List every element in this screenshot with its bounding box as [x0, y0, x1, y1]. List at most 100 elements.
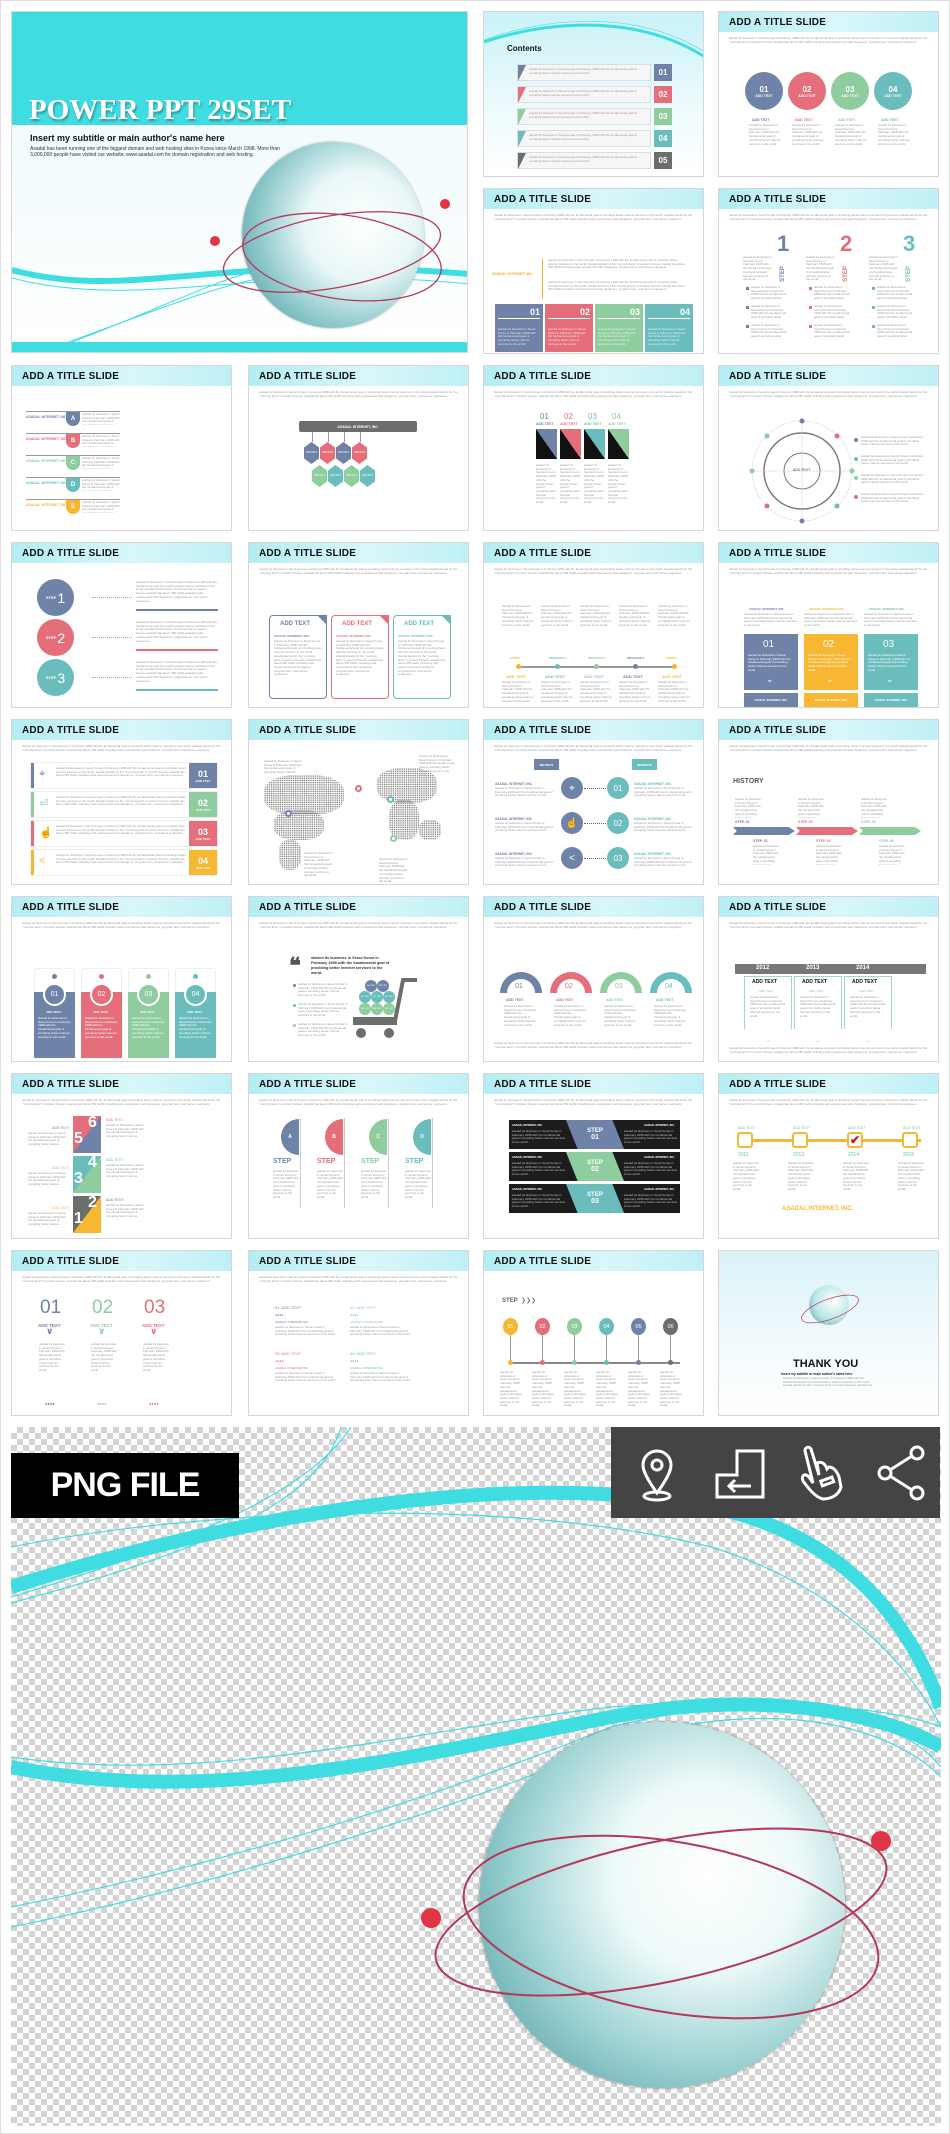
body-text: started its business in Seoul Korea in F…: [624, 1130, 678, 1144]
slide-thumbnail-columns3[interactable]: ADD A TITLE SLIDE started its business in…: [718, 542, 939, 708]
number-text: 03: [658, 112, 668, 121]
box-number: 02: [579, 307, 590, 317]
tab-label: ADD TEXT: [195, 778, 211, 783]
box-number: 03: [629, 307, 640, 317]
contents-row[interactable]: started its business in Seoul Korea in F…: [517, 108, 651, 125]
card-company: ASADAL INTERNET, INC.: [274, 634, 310, 638]
step-circle[interactable]: 01: [503, 1318, 518, 1335]
map-pin-icon: ⌖: [39, 768, 46, 780]
timeline-line: [741, 1139, 921, 1142]
slide-thumbnail-list2x2[interactable]: ADD A TITLE SLIDE started its business in…: [248, 1250, 469, 1416]
slide-title: ADD A TITLE SLIDE: [259, 1256, 357, 1267]
card-corner: [317, 615, 327, 625]
body-text: started its business in Seoul Korea in F…: [604, 1005, 637, 1027]
body-text: started its business in Seoul Korea in F…: [751, 324, 787, 339]
big-number: 03: [144, 1297, 166, 1318]
slide-thumbnail-hex[interactable]: ADD A TITLE SLIDE started its business in…: [248, 365, 469, 531]
quote-text: started its business in Seoul Korea in F…: [311, 956, 390, 975]
slide-thumbnail-diag6[interactable]: ADD A TITLE SLIDE started its business in…: [11, 1073, 232, 1239]
contents-row[interactable]: started its business in Seoul Korea in F…: [517, 86, 651, 103]
slide-thumbnail-blackstep[interactable]: ADD A TITLE SLIDE started its business in…: [483, 1073, 704, 1239]
stage-label: PROCESS.3: [627, 656, 645, 660]
slide-title: ADD A TITLE SLIDE: [494, 725, 592, 736]
slide-thumbnail-pillars4[interactable]: ADD A TITLE SLIDE started its business in…: [11, 896, 232, 1062]
item-number: 01: [540, 412, 549, 421]
slide-thumbnail-map[interactable]: ADD A TITLE SLIDE started its business in…: [248, 719, 469, 885]
timeline-checkbox[interactable]: ✔: [847, 1132, 863, 1148]
slide-thumbnail-orbit[interactable]: ADD A TITLE SLIDE started its business in…: [718, 365, 939, 531]
step-circle[interactable]: 06: [663, 1318, 678, 1335]
step-circle[interactable]: 03: [567, 1318, 582, 1335]
block-number: 6: [88, 1114, 97, 1131]
step-circle[interactable]: 02: [535, 1318, 550, 1335]
item-label: ADD TEXT: [795, 118, 813, 122]
chevron-down-icon: ⌄: [886, 674, 894, 684]
step-number: 04: [603, 1323, 610, 1330]
bullet-dot: [293, 1024, 296, 1027]
slide-thumbnail-stepcircles[interactable]: ADD A TITLE SLIDE STEP 1 started its busine…: [11, 542, 232, 708]
map-pin-icon: [387, 796, 394, 803]
header-wave: [484, 12, 703, 72]
contents-row[interactable]: started its business in Seoul Korea in F…: [517, 64, 651, 81]
contents-row[interactable]: started its business in Seoul Korea in F…: [517, 152, 651, 169]
body-text: started its business in Seoul Korea in F…: [751, 286, 787, 301]
company-bar: ASADAL INTERNET, INC.: [299, 421, 417, 432]
slide-thumbnail-cards3[interactable]: ADD A TITLE SLIDE started its business in…: [248, 542, 469, 708]
slide-title: ADD A TITLE SLIDE: [494, 548, 592, 559]
body-text: started its business in Seoul Korea in F…: [136, 621, 217, 643]
big-number: 01: [40, 1297, 62, 1318]
body-text: started its business in Seoul Korea in F…: [729, 391, 928, 398]
connector-line: [344, 432, 345, 442]
diagonal-square: [584, 429, 605, 459]
body-text: started its business in Seoul Korea in F…: [541, 681, 573, 703]
step-label: ADD TEXT: [545, 674, 565, 679]
slide-thumbnail-boxes4[interactable]: ADD A TITLE SLIDE started its business in…: [483, 188, 704, 354]
number-text: 02: [658, 90, 668, 99]
contents-row[interactable]: started its business in Seoul Korea in F…: [517, 130, 651, 147]
timeline-checkbox[interactable]: [737, 1132, 753, 1148]
divider: [542, 259, 543, 299]
slide-thumbnail-process[interactable]: ADD A TITLE SLIDE started its business in…: [483, 542, 704, 708]
slide-thumbnail-metrics[interactable]: ADD A TITLE SLIDE started its business in…: [483, 719, 704, 885]
card-sub: ADD TEXT: [809, 989, 824, 993]
slide-thumbnail-quote[interactable]: ADD A TITLE SLIDE started its business in…: [248, 896, 469, 1062]
pillar-dot: [99, 974, 104, 979]
step-number: 03: [571, 1323, 578, 1330]
slide-thumbnail-arcs4[interactable]: ADD A TITLE SLIDE started its business in…: [483, 896, 704, 1062]
slide-thumbnail-timeline[interactable]: ADD A TITLE SLIDE started its business in…: [718, 1073, 939, 1239]
number-circle: 01 ADD TEXT: [745, 72, 783, 110]
body-text: started its business in Seoul Korea in F…: [379, 858, 408, 882]
slide-thumbnail-squares4[interactable]: ADD A TITLE SLIDE started its business in…: [483, 365, 704, 531]
body-text: started its business in Seoul Korea in F…: [898, 1162, 924, 1191]
slide-thumbnail-circles4[interactable]: ADD A TITLE SLIDE started its business in…: [718, 11, 939, 177]
slide-thumbnail-step6[interactable]: ADD A TITLE SLIDE STEP ❯❯❯ 01 started its bu…: [483, 1250, 704, 1416]
slide-thumbnail-years3[interactable]: ADD A TITLE SLIDE started its business in…: [718, 896, 939, 1062]
step-number: 01: [507, 1323, 514, 1330]
slide-thumbnail-list4[interactable]: ADD A TITLE SLIDE started its business in…: [11, 719, 232, 885]
company-label: ASADAL INTERNET, INC.: [634, 782, 672, 786]
thank-you-subtitle: Insert my subtitle or main author's name…: [781, 1372, 853, 1376]
step-label: STEP. 02: [753, 839, 768, 843]
connector-line: [328, 432, 329, 442]
tab-number: 03: [197, 826, 208, 837]
slide-thumbnail-thankyou[interactable]: THANK YOU Insert my subtitle or main auth…: [718, 1250, 939, 1416]
body-text: started its business in Seoul Korea in F…: [82, 435, 120, 447]
number-circle: 01: [43, 983, 66, 1006]
step-circle[interactable]: 04: [599, 1318, 614, 1335]
timeline-dot: [672, 664, 677, 669]
slide-thumbnail-nums3[interactable]: ADD A TITLE SLIDE started its business in…: [11, 1250, 232, 1416]
timeline-checkbox[interactable]: [792, 1132, 808, 1148]
slide-thumbnail-history[interactable]: ADD A TITLE SLIDE started its business in…: [718, 719, 939, 885]
hand-pointer-icon: ☝: [39, 827, 53, 839]
slide-thumbnail-steps3[interactable]: ADD A TITLE SLIDE started its business in…: [718, 188, 939, 354]
step-circle[interactable]: 05: [631, 1318, 646, 1335]
dots: ●●●●: [45, 1401, 55, 1406]
cover-slide[interactable]: POWER PPT 29SET Insert my subtitle or ma…: [11, 11, 468, 353]
slide-thumbnail-abcde[interactable]: ADD A TITLE SLIDE ASADAL INTERNET, INC. As…: [11, 365, 232, 531]
slide-thumbnail-stepabcd[interactable]: ADD A TITLE SLIDE started its business in…: [248, 1073, 469, 1239]
row-corner: [518, 87, 526, 103]
circle-number: 01: [759, 84, 769, 94]
timeline-checkbox[interactable]: [902, 1132, 918, 1148]
login-arrow-icon: [715, 1449, 765, 1499]
slide-thumbnail-contents[interactable]: Contents started its business in Seoul Ko…: [483, 11, 704, 177]
